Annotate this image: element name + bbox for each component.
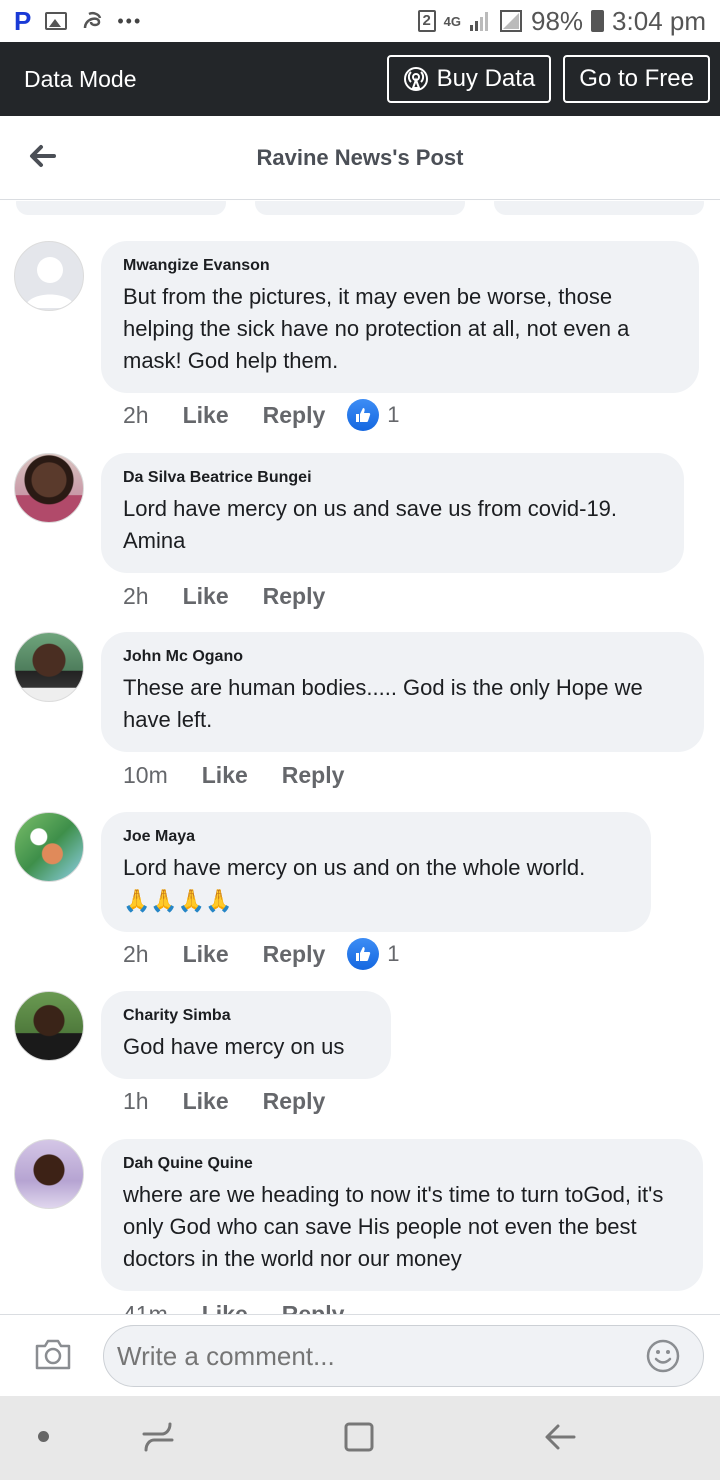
comment-author[interactable]: Mwangize Evanson — [123, 257, 677, 275]
data-mode-title: Data Mode — [24, 65, 137, 92]
thumbs-up-icon — [347, 399, 380, 431]
like-button[interactable]: Like — [202, 762, 248, 789]
no-signal-sim-icon — [500, 10, 522, 32]
comment-author[interactable]: John Mc Ogano — [123, 648, 682, 666]
system-navigation-bar — [0, 1396, 720, 1480]
data-mode-bar: Data Mode Buy Data Go to Free — [0, 42, 720, 116]
like-button[interactable]: Like — [183, 941, 229, 968]
avatar[interactable] — [14, 632, 84, 702]
comment-bubble[interactable]: Mwangize Evanson But from the pictures, … — [101, 241, 699, 393]
battery-icon — [591, 10, 605, 32]
comment-actions: 1h Like Reply — [123, 1088, 347, 1115]
comment-time[interactable]: 2h — [123, 583, 149, 610]
comment-input[interactable] — [103, 1325, 704, 1387]
gallery-notification-icon — [45, 12, 68, 30]
avatar[interactable] — [14, 241, 84, 311]
recent-apps-icon[interactable] — [140, 1420, 176, 1454]
previous-comment-remnant — [494, 201, 704, 215]
reaction-count: 1 — [387, 402, 400, 427]
comment-bubble[interactable]: Dah Quine Quine where are we heading to … — [101, 1139, 703, 1291]
previous-comment-remnant — [16, 201, 226, 215]
reaction-count: 1 — [387, 941, 400, 966]
comment-time[interactable]: 2h — [123, 402, 149, 429]
comment-actions: 2h Like Reply 1 — [123, 399, 400, 431]
assistant-dot-icon[interactable] — [38, 1431, 49, 1442]
reaction-summary[interactable]: 1 — [347, 399, 400, 431]
reply-button[interactable]: Reply — [282, 1301, 345, 1314]
comment-time[interactable]: 1h — [123, 1088, 149, 1115]
thumbs-up-icon — [347, 938, 380, 970]
clock: 3:04 pm — [612, 5, 706, 36]
reply-button[interactable]: Reply — [263, 583, 326, 610]
like-button[interactable]: Like — [183, 583, 229, 610]
comment-author[interactable]: Joe Maya — [123, 828, 629, 846]
comment-author[interactable]: Dah Quine Quine — [123, 1155, 681, 1173]
back-nav-icon[interactable] — [542, 1420, 578, 1454]
comment-time[interactable]: 41m — [123, 1301, 168, 1314]
reply-button[interactable]: Reply — [263, 402, 326, 429]
comment-composer — [0, 1314, 720, 1396]
go-to-free-button[interactable]: Go to Free — [563, 55, 710, 103]
comment-text: God have mercy on us — [123, 1034, 345, 1059]
buy-data-button[interactable]: Buy Data — [386, 55, 552, 103]
comment-text: Lord have mercy on us and on the whole w… — [123, 855, 586, 880]
previous-comment-remnant — [255, 201, 465, 215]
comment-list[interactable]: Mwangize Evanson But from the pictures, … — [0, 201, 720, 1314]
like-button[interactable]: Like — [183, 402, 229, 429]
default-avatar-icon — [25, 257, 75, 308]
comment-bubble[interactable]: Joe Maya Lord have mercy on us and on th… — [101, 812, 651, 932]
app-notification-icon: P — [14, 5, 32, 36]
broadcast-icon — [403, 67, 428, 91]
comment-bubble[interactable]: Da Silva Beatrice Bungei Lord have mercy… — [101, 453, 684, 573]
home-icon[interactable] — [342, 1420, 376, 1454]
battery-percent: 98% — [531, 5, 584, 36]
buy-data-label: Buy Data — [436, 65, 536, 92]
comment-bubble[interactable]: John Mc Ogano These are human bodies....… — [101, 632, 704, 752]
comment-actions: 41m Like Reply — [123, 1301, 366, 1314]
comment-text: But from the pictures, it may even be wo… — [123, 284, 636, 373]
avatar[interactable] — [14, 812, 84, 882]
like-button[interactable]: Like — [183, 1088, 229, 1115]
avatar[interactable] — [14, 1139, 84, 1209]
comment-time[interactable]: 10m — [123, 762, 168, 789]
comment-actions: 2h Like Reply 1 — [123, 938, 400, 970]
arrow-left-icon[interactable] — [26, 140, 58, 172]
more-notifications-indicator: ••• — [117, 10, 143, 31]
post-header: Ravine News's Post — [0, 116, 720, 200]
swirl-notification-icon — [84, 11, 102, 29]
comment-time[interactable]: 2h — [123, 941, 149, 968]
go-to-free-label: Go to Free — [579, 65, 694, 92]
signal-icon — [470, 12, 488, 31]
comment-text: These are human bodies..... God is the o… — [123, 675, 649, 732]
status-bar: P ••• 2 4G 98% 3:04 pm — [0, 0, 720, 42]
reply-button[interactable]: Reply — [263, 941, 326, 968]
comment-actions: 2h Like Reply — [123, 583, 347, 610]
camera-icon[interactable] — [34, 1337, 72, 1371]
comment-author[interactable]: Da Silva Beatrice Bungei — [123, 469, 662, 487]
praying-hands-emoji: 🙏🙏🙏🙏 — [123, 888, 233, 913]
reply-button[interactable]: Reply — [263, 1088, 326, 1115]
comment-text: where are we heading to now it's time to… — [123, 1182, 670, 1271]
comment-actions: 10m Like Reply — [123, 762, 366, 789]
page-title: Ravine News's Post — [256, 144, 464, 170]
comment-text: Lord have mercy on us and save us from c… — [123, 496, 622, 553]
sim-slot-icon: 2 — [417, 10, 436, 32]
avatar[interactable] — [14, 991, 84, 1061]
like-button[interactable]: Like — [202, 1301, 248, 1314]
network-type: 4G — [443, 13, 461, 29]
smiley-icon[interactable] — [646, 1339, 680, 1373]
reply-button[interactable]: Reply — [282, 762, 345, 789]
comment-author[interactable]: Charity Simba — [123, 1007, 369, 1025]
comment-bubble[interactable]: Charity Simba God have mercy on us — [101, 991, 391, 1079]
avatar[interactable] — [14, 453, 84, 523]
reaction-summary[interactable]: 1 — [347, 938, 400, 970]
